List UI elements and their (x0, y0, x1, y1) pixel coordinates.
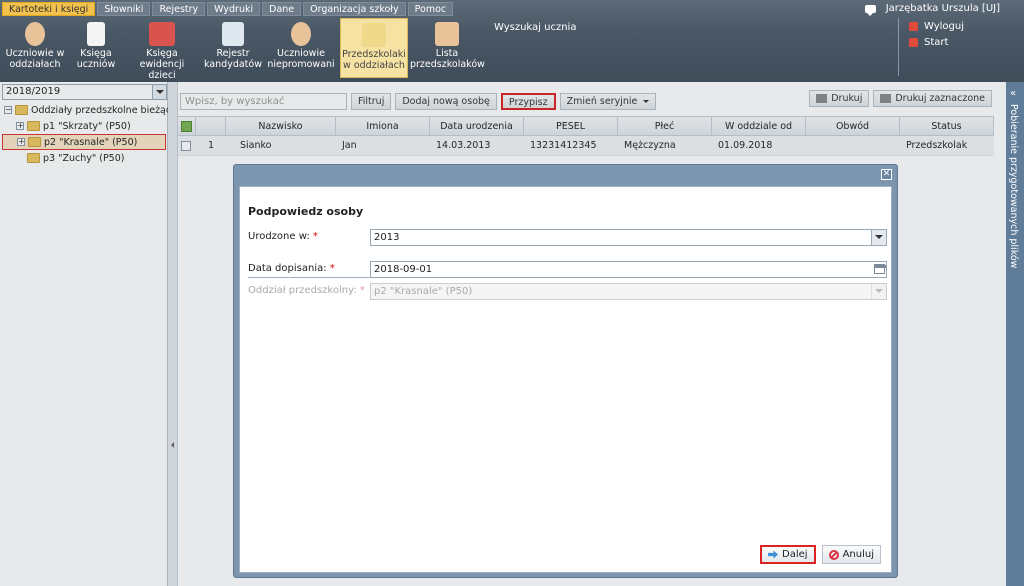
main-menu: Kartoteki i księgi Słowniki Rejestry Wyd… (2, 2, 454, 16)
downloads-label: Pobieranie przygotowanych plików (1008, 104, 1019, 269)
born-year-select[interactable]: 2013 (370, 229, 887, 246)
toolbar-button-students[interactable]: Uczniowie w oddziałach (0, 18, 70, 78)
born-year-value: 2013 (374, 232, 400, 243)
unit-label: Oddział przedszkolny: * (248, 285, 365, 296)
menu-tab-dane[interactable]: Dane (262, 2, 302, 16)
toolbar-label: niepromowani (267, 59, 335, 70)
toolbar-button-list[interactable]: Lista przedszkolaków (410, 18, 485, 78)
logout-icon (909, 21, 918, 31)
nonpromoted-icon (291, 22, 311, 46)
unit-value: p2 "Krasnale" (P50) (374, 286, 473, 297)
next-label: Dalej (782, 549, 808, 560)
born-label-text: Urodzone w: (248, 231, 310, 242)
unit-label-text: Oddział przedszkolny: (248, 285, 357, 296)
search-student-link[interactable]: Wyszukaj ucznia (494, 22, 576, 33)
calendar-icon[interactable] (874, 264, 886, 274)
menu-tab-wydruki[interactable]: Wydruki (207, 2, 261, 16)
toolbar-button-ledger[interactable]: Księga ewidencji dzieci (126, 18, 198, 81)
right-links: Wyloguj Start (898, 18, 964, 76)
required-mark: * (359, 285, 365, 296)
menu-tab-pomoc[interactable]: Pomoc (407, 2, 454, 16)
start-label: Start (924, 36, 949, 48)
date-value: 2018-09-01 (374, 264, 433, 275)
ledger-icon (149, 22, 175, 46)
toolbar-label: w oddziałach (343, 60, 405, 71)
register-icon (222, 22, 244, 46)
book-icon (87, 22, 105, 46)
menu-tab-organizacja[interactable]: Organizacja szkoły (303, 2, 406, 16)
toolbar-label: Księga (146, 48, 178, 59)
dialog-body: Podpowiedz osoby Urodzone w: * 2013 Data… (239, 186, 892, 573)
start-link[interactable]: Start (909, 34, 964, 50)
toolbar-label: oddziałach (9, 59, 61, 70)
menu-tab-slowniki[interactable]: Słowniki (97, 2, 151, 16)
app-window: Kartoteki i księgi Słowniki Rejestry Wyd… (0, 0, 1024, 586)
toolbar-label: Uczniowie (277, 48, 325, 59)
cancel-button[interactable]: Anuluj (821, 545, 881, 564)
required-mark: * (329, 263, 335, 274)
toolbar-label: kandydatów (204, 59, 262, 70)
user-area: Jarzębatka Urszula [UJ] (864, 3, 1000, 16)
user-name[interactable]: Jarzębatka Urszula [UJ] (886, 3, 1000, 14)
toolbar-label: uczniów (76, 59, 116, 70)
expand-left-icon[interactable]: « (1010, 88, 1016, 99)
dialog-footer: Dalej Anuluj (760, 545, 881, 564)
list-icon (435, 22, 459, 46)
logout-link[interactable]: Wyloguj (909, 18, 964, 34)
cancel-icon (828, 549, 839, 560)
close-icon[interactable]: ✕ (881, 169, 892, 180)
dialog-title: Podpowiedz osoby (248, 205, 364, 218)
unit-select: p2 "Krasnale" (P50) (370, 283, 887, 300)
toolbar-button-book[interactable]: Księga uczniów (62, 18, 130, 78)
logout-label: Wyloguj (924, 20, 964, 32)
menu-tab-rejestry[interactable]: Rejestry (152, 2, 206, 16)
chevron-down-icon (871, 284, 886, 299)
date-label: Data dopisania: * (248, 263, 335, 274)
date-label-text: Data dopisania: (248, 263, 327, 274)
top-header: Kartoteki i księgi Słowniki Rejestry Wyd… (0, 0, 1024, 82)
toolbar-button-nonpromoted[interactable]: Uczniowie niepromowani (265, 18, 337, 78)
toolbar-label: Księga (80, 48, 112, 59)
arrow-right-icon (768, 550, 779, 559)
toolbar-button-register[interactable]: Rejestr kandydatów (198, 18, 268, 78)
cancel-label: Anuluj (842, 549, 874, 560)
toolbar-label: Przedszkolaki (342, 49, 406, 60)
downloads-sidepanel[interactable]: « Pobieranie przygotowanych plików (1006, 82, 1024, 586)
suggest-persons-dialog: ✕ Podpowiedz osoby Urodzone w: * 2013 Da… (233, 164, 898, 578)
date-field[interactable]: 2018-09-01 (370, 261, 887, 278)
chat-icon[interactable] (864, 4, 876, 16)
toolbar-button-preschool[interactable]: Przedszkolaki w oddziałach (340, 18, 408, 78)
students-icon (25, 22, 45, 46)
preschool-icon (362, 23, 386, 47)
next-button[interactable]: Dalej (760, 545, 816, 564)
toolbar-label: Rejestr (216, 48, 250, 59)
menu-tab-kartoteki[interactable]: Kartoteki i księgi (2, 2, 96, 16)
required-mark: * (312, 231, 318, 242)
born-label: Urodzone w: * (248, 231, 318, 242)
toolbar-label: przedszkolaków (410, 59, 485, 70)
toolbar-label: ewidencji dzieci (139, 59, 185, 81)
toolbar-label: Lista (435, 48, 459, 59)
home-icon (909, 37, 918, 47)
toolbar-label: Uczniowie w (5, 48, 65, 59)
chevron-down-icon[interactable] (871, 230, 886, 245)
